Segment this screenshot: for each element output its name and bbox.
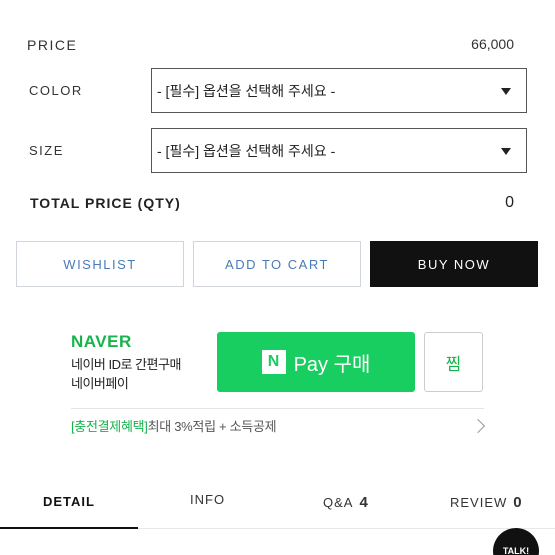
- add-to-cart-button[interactable]: ADD TO CART: [193, 241, 361, 287]
- price-label: PRICE: [27, 37, 78, 53]
- naver-benefit-link[interactable]: [충전결제혜택]최대 3%적립 + 소득공제: [71, 416, 277, 435]
- naver-logo: NAVER: [71, 332, 132, 351]
- chevron-right-icon: [470, 418, 486, 434]
- tab-review-label: REVIEW: [450, 495, 508, 510]
- active-tab-indicator: [0, 527, 138, 529]
- buy-now-button[interactable]: BUY NOW: [370, 241, 538, 287]
- tab-review-count: 0: [513, 494, 523, 511]
- naver-desc-line1: 네이버 ID로 간편구매: [71, 357, 181, 372]
- tab-detail-label: DETAIL: [43, 494, 95, 509]
- divider: [71, 408, 484, 409]
- dropdown-arrow-icon: [501, 148, 511, 155]
- tab-qa-count: 4: [359, 494, 369, 511]
- size-label: SIZE: [29, 143, 64, 158]
- tab-detail[interactable]: DETAIL: [43, 494, 95, 509]
- color-select[interactable]: - [필수] 옵션을 선택해 주세요 -: [151, 68, 527, 113]
- naver-pay-button[interactable]: N Pay 구매: [217, 332, 415, 392]
- total-price-value: 0: [505, 194, 514, 211]
- tab-qa[interactable]: Q&A 4: [323, 494, 369, 511]
- price-value: 66,000: [471, 36, 514, 52]
- size-select[interactable]: - [필수] 옵션을 선택해 주세요 -: [151, 128, 527, 173]
- tab-review[interactable]: REVIEW 0: [450, 494, 523, 511]
- naver-wishlist-button[interactable]: 찜: [424, 332, 483, 392]
- wishlist-button[interactable]: WISHLIST: [16, 241, 184, 287]
- benefit-highlight: [충전결제혜택]: [71, 419, 148, 434]
- talk-chat-button[interactable]: TALK!: [493, 528, 539, 555]
- naver-desc-line2: 네이버페이: [71, 376, 129, 391]
- tab-qa-label: Q&A: [323, 495, 354, 510]
- dropdown-arrow-icon: [501, 88, 511, 95]
- naver-n-icon: N: [261, 350, 286, 374]
- total-price-label: TOTAL PRICE (QTY): [30, 195, 181, 211]
- color-label: COLOR: [29, 83, 83, 98]
- benefit-text: 최대 3%적립 + 소득공제: [147, 419, 277, 434]
- tab-info-label: INFO: [190, 492, 226, 507]
- size-select-value: - [필수] 옵션을 선택해 주세요 -: [157, 142, 336, 159]
- naver-pay-label: Pay 구매: [293, 353, 371, 376]
- color-select-value: - [필수] 옵션을 선택해 주세요 -: [157, 82, 336, 99]
- tab-info[interactable]: INFO: [190, 492, 225, 507]
